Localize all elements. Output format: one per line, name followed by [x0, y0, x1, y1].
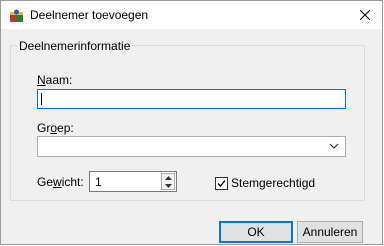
spinner-buttons [161, 173, 175, 190]
chevron-down-icon[interactable] [329, 141, 339, 151]
close-button[interactable] [348, 1, 382, 29]
ok-button[interactable]: OK [219, 221, 293, 243]
name-label: Naam: [37, 73, 72, 87]
weight-label-accel: w [53, 175, 62, 189]
spin-down-button[interactable] [162, 182, 174, 189]
app-icon [10, 9, 23, 22]
spin-down-icon [164, 183, 172, 188]
close-icon [360, 10, 370, 20]
cancel-button[interactable]: Annuleren [297, 221, 363, 243]
group-combobox[interactable] [37, 136, 346, 157]
spin-up-icon [164, 175, 172, 180]
group-label-pre: Gr [37, 121, 51, 135]
spin-up-button[interactable] [162, 174, 174, 181]
weight-spinner[interactable]: 1 [89, 171, 177, 192]
voting-checkbox[interactable] [215, 177, 228, 190]
window-title: Deelnemer toevoegen [30, 8, 149, 22]
group-label: Groep: [37, 121, 74, 135]
weight-label-pre: Ge [37, 175, 54, 189]
text-caret [41, 93, 42, 105]
group-title: Deelnemerinformatie [17, 39, 133, 53]
dialog-window: Deelnemer toevoegen Deelnemerinformatie … [0, 0, 383, 245]
name-label-rest: aam: [45, 73, 73, 87]
weight-label-post: icht: [61, 175, 84, 189]
title-bar: Deelnemer toevoegen [1, 1, 382, 29]
check-icon [217, 180, 226, 187]
voting-checkbox-label[interactable]: Stemgerechtigd [231, 176, 315, 190]
name-label-accel: N [37, 73, 46, 87]
group-label-post: ep: [57, 121, 74, 135]
name-input[interactable] [37, 89, 346, 109]
weight-value[interactable]: 1 [95, 175, 102, 189]
weight-label: Gewicht: [37, 175, 84, 189]
